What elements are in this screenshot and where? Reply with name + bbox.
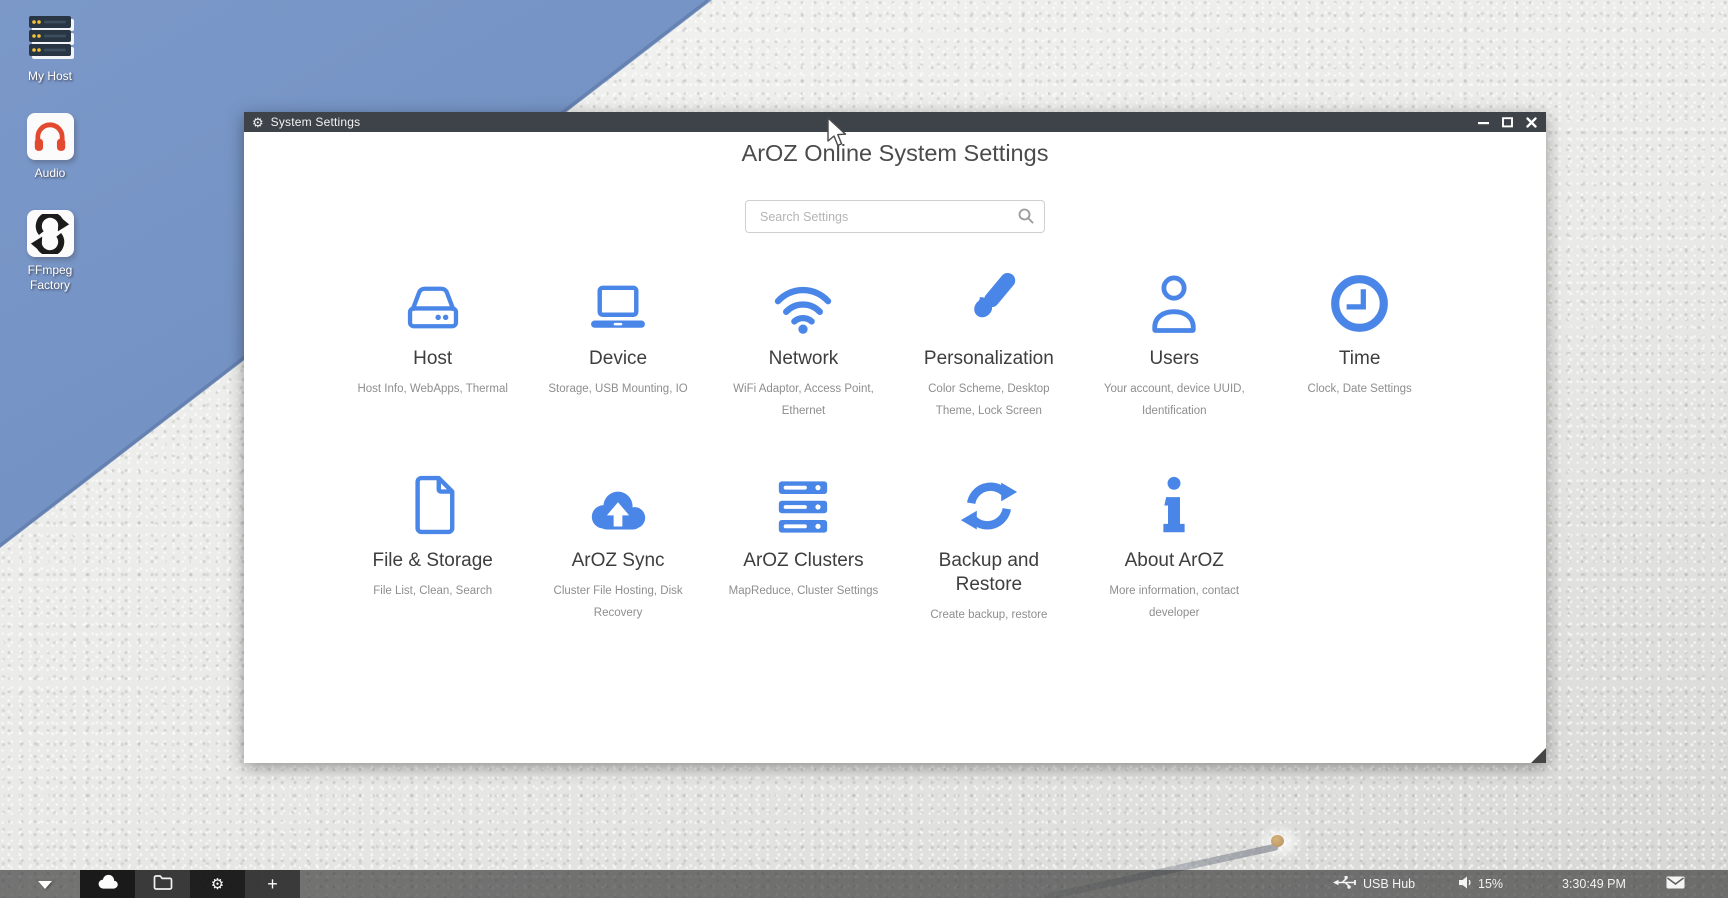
taskbar-settings-button[interactable]: ⚙	[190, 870, 245, 898]
gear-icon: ⚙	[252, 116, 264, 129]
tile-title: File & Storage	[358, 549, 508, 573]
gear-icon: ⚙	[211, 877, 224, 892]
tile-personalization[interactable]: Personalization Color Scheme, Desktop Th…	[896, 262, 1081, 422]
search-input[interactable]	[745, 200, 1045, 233]
tile-title: Time	[1285, 347, 1435, 371]
laptop-icon	[525, 262, 710, 334]
wall-nail	[1271, 835, 1284, 847]
tile-title: ArOZ Clusters	[728, 549, 878, 573]
system-settings-window: ⚙ System Settings ArOZ Online System Set…	[244, 112, 1546, 763]
tray-volume[interactable]: 15%	[1459, 870, 1503, 898]
server-icon	[28, 14, 72, 63]
cloud-icon	[96, 873, 120, 895]
volume-label: 15%	[1478, 877, 1503, 891]
tile-subtitle: Storage, USB Mounting, IO	[538, 378, 698, 400]
tile-title: Users	[1099, 347, 1249, 371]
tile-network[interactable]: Network WiFi Adaptor, Access Point, Ethe…	[711, 262, 896, 422]
tile-title: About ArOZ	[1099, 549, 1249, 573]
desktop-icon-ffmpeg-factory[interactable]: FFmpeg Factory	[14, 210, 86, 293]
tile-subtitle: Your account, device UUID, Identificatio…	[1094, 378, 1254, 422]
paint-brush-icon	[896, 262, 1081, 334]
tile-subtitle: Host Info, WebApps, Thermal	[353, 378, 513, 400]
usb-icon	[1333, 876, 1357, 892]
tile-title: Host	[358, 347, 508, 371]
window-title: System Settings	[271, 115, 361, 129]
folder-icon	[153, 874, 173, 895]
recycle-arrows-icon	[27, 210, 74, 257]
taskbar-files-button[interactable]	[135, 870, 190, 898]
settings-grid-row-1: Host Host Info, WebApps, Thermal Device …	[340, 262, 1452, 422]
tile-host[interactable]: Host Host Info, WebApps, Thermal	[340, 262, 525, 422]
tile-users[interactable]: Users Your account, device UUID, Identif…	[1082, 262, 1267, 422]
file-icon	[340, 464, 525, 536]
tray-messages[interactable]	[1666, 870, 1685, 898]
wifi-icon	[711, 262, 896, 334]
taskbar-cloud-button[interactable]	[80, 870, 135, 898]
tile-subtitle: MapReduce, Cluster Settings	[723, 580, 883, 602]
tile-aroz-clusters[interactable]: ArOZ Clusters MapReduce, Cluster Setting…	[711, 464, 896, 626]
window-titlebar[interactable]: ⚙ System Settings	[244, 112, 1546, 132]
cloud-upload-icon	[525, 464, 710, 536]
taskbar-buttons: ⚙ +	[80, 870, 300, 898]
tile-subtitle: Color Scheme, Desktop Theme, Lock Screen	[909, 378, 1069, 422]
maximize-button[interactable]	[1501, 116, 1514, 129]
desktop-icon-label: FFmpeg Factory	[14, 263, 86, 293]
desktop-icon-label: Audio	[14, 166, 86, 181]
envelope-icon	[1666, 876, 1685, 892]
tile-subtitle: Cluster File Hosting, Disk Recovery	[538, 580, 698, 624]
settings-grid-row-2: File & Storage File List, Clean, Search	[340, 464, 1267, 626]
desktop-icon-my-host[interactable]: My Host	[14, 14, 86, 84]
usb-label: USB Hub	[1363, 877, 1415, 891]
user-icon	[1082, 262, 1267, 334]
tile-title: ArOZ Sync	[543, 549, 693, 573]
search-icon	[1018, 208, 1034, 229]
clock-label: 3:30:49 PM	[1562, 877, 1626, 891]
tile-about-aroz[interactable]: About ArOZ More information, contact dev…	[1082, 464, 1267, 626]
desktop-icon-label: My Host	[14, 69, 86, 84]
clock-icon	[1267, 262, 1452, 334]
search-box	[745, 200, 1045, 233]
taskbar: ⚙ + USB Hub	[0, 870, 1728, 898]
mouse-cursor	[826, 117, 848, 154]
tile-title: Network	[728, 347, 878, 371]
tile-subtitle: Create backup, restore	[909, 604, 1069, 626]
tile-aroz-sync[interactable]: ArOZ Sync Cluster File Hosting, Disk Rec…	[525, 464, 710, 626]
tile-title: Backup and Restore	[914, 549, 1064, 597]
window-resize-handle[interactable]	[1531, 748, 1546, 763]
tile-subtitle: WiFi Adaptor, Access Point, Ethernet	[723, 378, 883, 422]
taskbar-add-button[interactable]: +	[245, 870, 300, 898]
hard-drive-icon	[340, 262, 525, 334]
tile-device[interactable]: Device Storage, USB Mounting, IO	[525, 262, 710, 422]
page-title: ArOZ Online System Settings	[244, 140, 1546, 167]
info-icon	[1082, 464, 1267, 536]
taskbar-collapse-arrow-icon[interactable]	[38, 881, 52, 889]
desktop-icon-audio[interactable]: Audio	[14, 113, 86, 181]
tile-time[interactable]: Time Clock, Date Settings	[1267, 262, 1452, 422]
tile-subtitle: Clock, Date Settings	[1280, 378, 1440, 400]
sync-arrows-icon	[896, 464, 1081, 536]
close-button[interactable]	[1525, 116, 1538, 129]
tray-usb[interactable]: USB Hub	[1333, 870, 1415, 898]
headphones-icon	[27, 113, 74, 160]
tile-title: Device	[543, 347, 693, 371]
server-stack-icon	[711, 464, 896, 536]
tile-subtitle: File List, Clean, Search	[353, 580, 513, 602]
tray-clock[interactable]: 3:30:49 PM	[1562, 870, 1626, 898]
tile-title: Personalization	[914, 347, 1064, 371]
speaker-icon	[1459, 876, 1472, 892]
minimize-button[interactable]	[1477, 116, 1490, 129]
settings-content: ArOZ Online System Settings	[244, 132, 1546, 763]
tile-backup-restore[interactable]: Backup and Restore Create backup, restor…	[896, 464, 1081, 626]
tile-file-storage[interactable]: File & Storage File List, Clean, Search	[340, 464, 525, 626]
tile-subtitle: More information, contact developer	[1094, 580, 1254, 624]
plus-icon: +	[267, 875, 278, 893]
